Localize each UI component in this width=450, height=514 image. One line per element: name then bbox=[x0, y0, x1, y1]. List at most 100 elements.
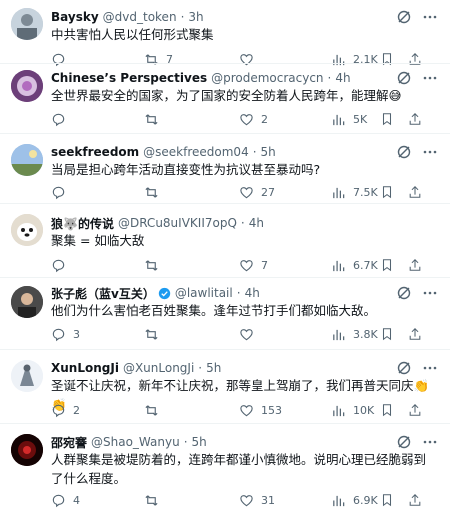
separator-dot: · bbox=[183, 435, 188, 449]
tweet[interactable]: XunLongJi @XunLongJi · 5h 圣诞不让庆祝，新年不让庆祝，… bbox=[0, 350, 450, 422]
views-button[interactable]: 3.8K bbox=[331, 325, 378, 343]
more-icon[interactable] bbox=[422, 144, 438, 160]
reply-icon bbox=[52, 186, 65, 199]
repost-button[interactable] bbox=[144, 256, 166, 274]
grok-icon[interactable] bbox=[396, 434, 412, 450]
bookmark-icon[interactable] bbox=[380, 493, 394, 507]
share-icon[interactable] bbox=[408, 327, 422, 341]
more-icon[interactable] bbox=[422, 434, 438, 450]
views-icon bbox=[333, 405, 345, 416]
views-button[interactable]: 10K bbox=[331, 401, 374, 419]
tweet[interactable]: seekfreedom @seekfreedom04 · 5h 当局是担心跨年活… bbox=[0, 134, 450, 202]
display-name[interactable]: Baysky bbox=[51, 10, 99, 24]
tweet-header: Baysky @dvd_token · 3h bbox=[51, 8, 204, 26]
more-icon[interactable] bbox=[422, 360, 438, 376]
display-name[interactable]: 狼🐺的传说 bbox=[51, 215, 114, 232]
views-button[interactable]: 6.9K bbox=[331, 491, 378, 509]
share-icon[interactable] bbox=[408, 403, 422, 417]
views-button[interactable]: 7.5K bbox=[331, 183, 378, 201]
tweet[interactable]: 狼🐺的传说 @DRCu8uIVKII7opQ · 4h 聚集 = 如临大敌 7 … bbox=[0, 204, 450, 276]
display-name[interactable]: 张子彪（蓝v互关） bbox=[51, 285, 155, 302]
share-icon[interactable] bbox=[408, 493, 422, 507]
grok-icon[interactable] bbox=[396, 9, 412, 25]
repost-button[interactable] bbox=[144, 183, 166, 201]
like-button[interactable] bbox=[239, 325, 261, 343]
timestamp[interactable]: 4h bbox=[245, 286, 260, 300]
timestamp[interactable]: 4h bbox=[335, 71, 350, 85]
tweet-header: 张子彪（蓝v互关） @lawlitail · 4h bbox=[51, 284, 260, 302]
avatar[interactable] bbox=[11, 214, 43, 246]
tweet-header: 邵宛謇 @Shao_Wanyu · 5h bbox=[51, 433, 207, 451]
avatar[interactable] bbox=[11, 286, 43, 318]
timestamp[interactable]: 3h bbox=[188, 10, 203, 24]
share-icon[interactable] bbox=[408, 112, 422, 126]
user-handle[interactable]: @prodemocracycn bbox=[211, 71, 323, 85]
display-name[interactable]: 邵宛謇 bbox=[51, 434, 87, 451]
reply-button[interactable] bbox=[51, 256, 73, 274]
tweet[interactable]: 邵宛謇 @Shao_Wanyu · 5h 人群聚集是被堤防着的，连跨年都谨小慎微… bbox=[0, 424, 450, 514]
timestamp[interactable]: 5h bbox=[261, 145, 276, 159]
reply-button[interactable]: 2 bbox=[51, 401, 80, 419]
display-name[interactable]: Chinese’s Perspectives bbox=[51, 71, 207, 85]
display-name[interactable]: seekfreedom bbox=[51, 145, 139, 159]
view-count: 5K bbox=[353, 112, 368, 126]
views-button[interactable]: 6.7K bbox=[331, 256, 378, 274]
tweet[interactable]: Chinese’s Perspectives @prodemocracycn ·… bbox=[0, 64, 450, 132]
repost-button[interactable] bbox=[144, 325, 166, 343]
reply-button[interactable]: 3 bbox=[51, 325, 80, 343]
like-button[interactable]: 31 bbox=[239, 491, 275, 509]
like-button[interactable]: 153 bbox=[239, 401, 282, 419]
separator-dot: · bbox=[240, 216, 245, 230]
user-handle[interactable]: @seekfreedom04 bbox=[143, 145, 249, 159]
user-handle[interactable]: @Shao_Wanyu bbox=[91, 435, 180, 449]
user-handle[interactable]: @DRCu8uIVKII7opQ bbox=[118, 216, 237, 230]
tweet[interactable]: Baysky @dvd_token · 3h 中共害怕人民以任何形式聚集 7 2… bbox=[0, 0, 450, 66]
repost-button[interactable] bbox=[144, 110, 166, 128]
grok-icon[interactable] bbox=[396, 70, 412, 86]
share-icon[interactable] bbox=[408, 185, 422, 199]
tweet-actions: 2 5K bbox=[51, 110, 436, 128]
grok-icon[interactable] bbox=[396, 144, 412, 160]
views-button[interactable]: 5K bbox=[331, 110, 367, 128]
heart-icon bbox=[240, 404, 253, 416]
more-icon[interactable] bbox=[422, 9, 438, 25]
repost-button[interactable] bbox=[144, 401, 166, 419]
separator-dot: · bbox=[180, 10, 185, 24]
timestamp[interactable]: 5h bbox=[192, 435, 207, 449]
reply-icon bbox=[52, 494, 65, 507]
tweet[interactable]: 张子彪（蓝v互关） @lawlitail · 4h 他们为什么害怕老百姓聚集。逢… bbox=[0, 278, 450, 348]
avatar[interactable] bbox=[11, 360, 43, 392]
timestamp[interactable]: 4h bbox=[249, 216, 264, 230]
user-handle[interactable]: @dvd_token bbox=[103, 10, 177, 24]
bookmark-icon[interactable] bbox=[380, 185, 394, 199]
like-button[interactable]: 2 bbox=[239, 110, 268, 128]
bookmark-icon[interactable] bbox=[380, 258, 394, 272]
repost-icon bbox=[145, 404, 158, 416]
avatar[interactable] bbox=[11, 8, 43, 40]
avatar[interactable] bbox=[11, 70, 43, 102]
repost-icon bbox=[145, 113, 158, 125]
user-handle[interactable]: @lawlitail bbox=[175, 286, 233, 300]
user-handle[interactable]: @XunLongJi bbox=[123, 361, 194, 375]
bookmark-icon[interactable] bbox=[380, 112, 394, 126]
like-button[interactable]: 7 bbox=[239, 256, 268, 274]
grok-icon[interactable] bbox=[396, 285, 412, 301]
more-icon[interactable] bbox=[422, 70, 438, 86]
bookmark-icon[interactable] bbox=[380, 327, 394, 341]
reply-button[interactable] bbox=[51, 183, 73, 201]
display-name[interactable]: XunLongJi bbox=[51, 361, 119, 375]
views-icon bbox=[333, 260, 345, 271]
reply-button[interactable]: 4 bbox=[51, 491, 80, 509]
bookmark-icon[interactable] bbox=[380, 403, 394, 417]
timestamp[interactable]: 5h bbox=[206, 361, 221, 375]
like-button[interactable]: 27 bbox=[239, 183, 275, 201]
repost-button[interactable] bbox=[144, 491, 166, 509]
tweet-header: XunLongJi @XunLongJi · 5h bbox=[51, 359, 221, 377]
reply-count: 4 bbox=[73, 493, 80, 507]
grok-icon[interactable] bbox=[396, 360, 412, 376]
avatar[interactable] bbox=[11, 434, 43, 466]
avatar[interactable] bbox=[11, 144, 43, 176]
share-icon[interactable] bbox=[408, 258, 422, 272]
more-icon[interactable] bbox=[422, 285, 438, 301]
reply-button[interactable] bbox=[51, 110, 73, 128]
